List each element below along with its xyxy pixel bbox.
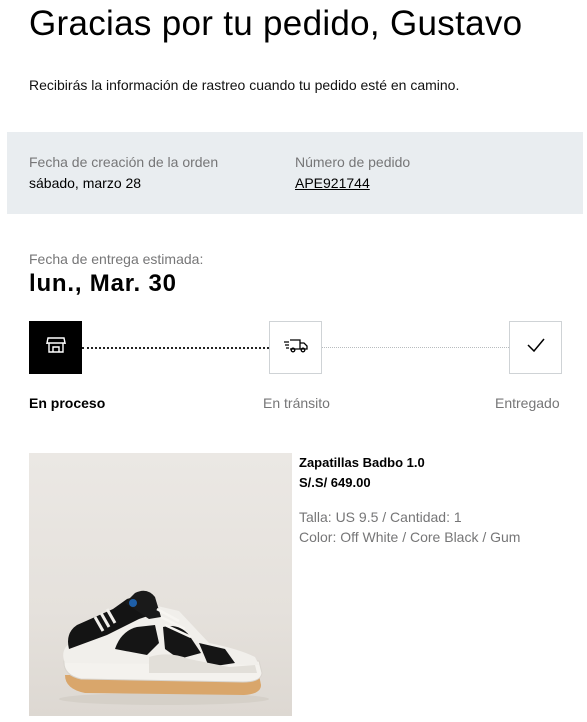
checkmark-icon	[525, 334, 547, 361]
sneaker-image	[59, 590, 269, 705]
order-number-link[interactable]: APE921744	[295, 175, 370, 191]
step-label-in-process: En proceso	[29, 395, 106, 411]
product-name[interactable]: Zapatillas Badbo 1.0	[299, 455, 425, 470]
store-icon	[45, 334, 67, 361]
product-price: S/.S/ 649.00	[299, 475, 371, 490]
order-date-label: Fecha de creación de la orden	[29, 154, 219, 170]
order-date-value: sábado, marzo 28	[29, 175, 142, 191]
progress-connector-completed	[82, 347, 269, 349]
eta-date: lun., Mar. 30	[29, 270, 177, 297]
step-delivered	[509, 321, 562, 374]
step-in-transit	[269, 321, 322, 374]
product-size-quantity: Talla: US 9.5 / Cantidad: 1	[299, 509, 462, 525]
delivery-truck-icon	[283, 334, 309, 361]
order-date-block: Fecha de creación de la orden sábado, ma…	[29, 154, 218, 191]
order-info-panel: Fecha de creación de la orden sábado, ma…	[7, 132, 583, 214]
step-in-process	[29, 321, 82, 374]
product-color: Color: Off White / Core Black / Gum	[299, 529, 521, 545]
order-number-block: Número de pedido APE921744	[295, 154, 410, 191]
step-label-in-transit: En tránsito	[263, 395, 330, 411]
progress-connector-pending	[322, 347, 509, 348]
order-number-label: Número de pedido	[295, 154, 411, 170]
eta-label: Fecha de entrega estimada:	[29, 251, 204, 267]
tracking-notice: Recibirás la información de rastreo cuan…	[29, 77, 460, 93]
page-title: Gracias por tu pedido, Gustavo	[29, 4, 523, 43]
step-label-delivered: Entregado	[495, 395, 560, 411]
product-image[interactable]	[29, 453, 292, 716]
